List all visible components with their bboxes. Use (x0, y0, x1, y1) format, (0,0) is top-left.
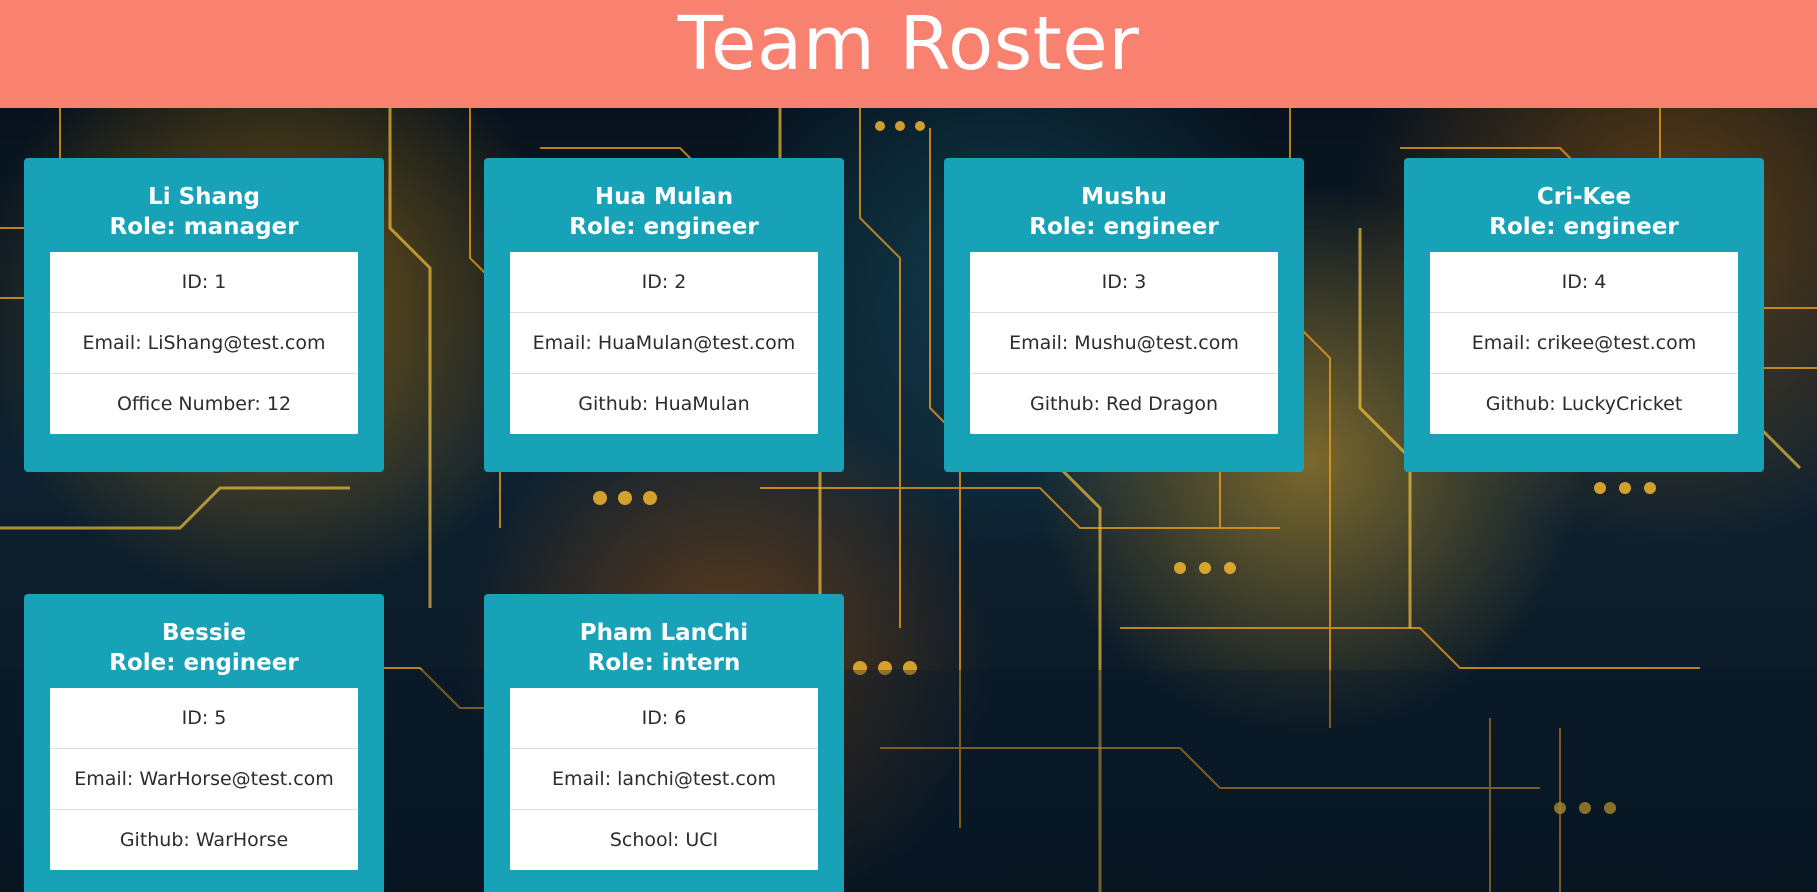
employee-card-grid: Li Shang Role: manager ID: 1 Email: LiShang… (24, 158, 1784, 892)
employee-role: Role: engineer (1029, 214, 1219, 240)
employee-extra-info: Office Number: 12 (50, 373, 358, 434)
employee-name: Hua Mulan (594, 184, 734, 210)
employee-extra-info: Github: WarHorse (50, 809, 358, 870)
employee-email: Email: WarHorse@test.com (50, 748, 358, 809)
employee-name: Pham LanChi (579, 620, 749, 646)
page-header: Team Roster (0, 0, 1817, 108)
employee-extra-info: School: UCI (510, 809, 818, 870)
employee-email: Email: HuaMulan@test.com (510, 312, 818, 373)
employee-id: ID: 1 (181, 271, 227, 293)
employee-email: Email: crikee@test.com (1430, 312, 1738, 373)
employee-id: ID: 3 (1101, 271, 1147, 293)
employee-card-header: Hua Mulan Role: engineer (510, 182, 818, 242)
employee-info-list: ID: 2 Email: HuaMulan@test.com Github: Hua… (510, 252, 818, 434)
employee-card-header: Pham LanChi Role: intern (510, 618, 818, 678)
employee-info-list: ID: 5 Email: WarHorse@test.com Github: War… (50, 688, 358, 870)
employee-role: Role: engineer (109, 650, 299, 676)
page-title: Team Roster (677, 1, 1140, 87)
employee-email: Email: LiShang@test.com (50, 312, 358, 373)
employee-extra-info: Github: LuckyCricket (1430, 373, 1738, 434)
employee-name: Cri-Kee (1536, 184, 1632, 210)
employee-card: Mushu Role: engineer ID: 3 Email: Mushu@tes… (944, 158, 1304, 472)
employee-email: Email: Mushu@test.com (970, 312, 1278, 373)
employee-id: ID: 5 (181, 707, 227, 729)
employee-card-header: Li Shang Role: manager (50, 182, 358, 242)
employee-role: Role: engineer (1489, 214, 1679, 240)
employee-email: Email: lanchi@test.com (510, 748, 818, 809)
employee-card-header: Mushu Role: engineer (970, 182, 1278, 242)
employee-extra-info: Github: HuaMulan (510, 373, 818, 434)
employee-extra-info: Github: Red Dragon (970, 373, 1278, 434)
employee-role: Role: engineer (569, 214, 759, 240)
employee-name: Bessie (162, 620, 246, 646)
employee-card-header: Bessie Role: engineer (50, 618, 358, 678)
employee-role: Role: manager (109, 214, 299, 240)
employee-card-header: Cri-Kee Role: engineer (1430, 182, 1738, 242)
employee-info-list: ID: 4 Email: crikee@test.com Github: Lucky… (1430, 252, 1738, 434)
employee-card: Cri-Kee Role: engineer ID: 4 Email: crikee@… (1404, 158, 1764, 472)
employee-name: Li Shang (148, 184, 260, 210)
employee-id: ID: 2 (641, 271, 687, 293)
employee-info-list: ID: 3 Email: Mushu@test.com Github: Red Dr… (970, 252, 1278, 434)
employee-info-list: ID: 6 Email: lanchi@test.com School: UCI (510, 688, 818, 870)
employee-card: Bessie Role: engineer ID: 5 Email: WarHorse… (24, 594, 384, 892)
employee-id: ID: 6 (641, 707, 687, 729)
employee-name: Mushu (1081, 184, 1167, 210)
employee-role: Role: intern (587, 650, 741, 676)
employee-id: ID: 4 (1561, 271, 1607, 293)
employee-card: Li Shang Role: manager ID: 1 Email: LiShang… (24, 158, 384, 472)
employee-info-list: ID: 1 Email: LiShang@test.com Office Numbe… (50, 252, 358, 434)
employee-card: Hua Mulan Role: engineer ID: 2 Email: HuaMu… (484, 158, 844, 472)
employee-card: Pham LanChi Role: intern ID: 6 Email: lanch… (484, 594, 844, 892)
